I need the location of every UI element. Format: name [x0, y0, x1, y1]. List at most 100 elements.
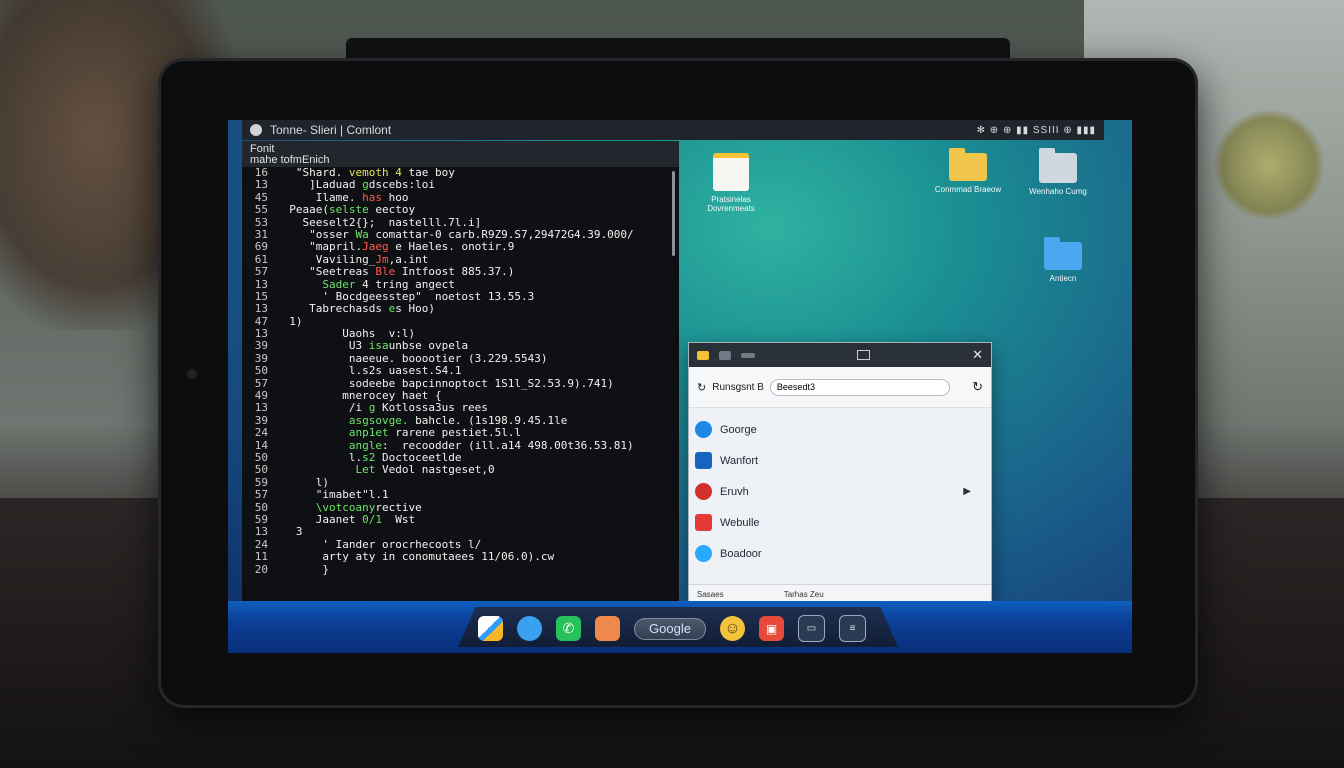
code-highlight: Ble [375, 265, 396, 279]
dialog-item-label: Eruvh [720, 485, 749, 498]
code-highlight: Sader [322, 277, 356, 291]
line-number: 13 [254, 302, 268, 316]
dialog-search-bar: ↻ Runsgsnt B ↻ [689, 367, 991, 408]
window-title: Tonne- Slieri | Comlont [270, 123, 392, 137]
top-menu-bar: Tonne- Slieri | Comlont ✻ ⊕ ⊕ ▮▮ SSIII ⊕… [242, 120, 1104, 140]
dialog-list-item[interactable]: Boadoor [689, 538, 991, 569]
code-token: tae boy [408, 166, 455, 179]
code-highlight: selste [328, 203, 369, 217]
code-token: "Seetreas [276, 265, 376, 279]
code-highlight: Wa [355, 227, 369, 241]
files-icon[interactable] [478, 616, 503, 641]
code-highlight: asgsovge. [348, 413, 409, 427]
document-icon [713, 153, 749, 191]
footer-right-label: Tarhas Zeu [783, 589, 824, 599]
camera-icon [186, 368, 198, 380]
desktop-icon-document[interactable]: Pratsinelas Dovrenmeats [696, 153, 766, 213]
search-input[interactable] [769, 378, 950, 396]
dialog-list-item[interactable]: Eruvh ▶ [689, 476, 991, 507]
editor-file-label[interactable]: mahe tofmEnich [250, 155, 671, 166]
line-number: 13 [254, 401, 268, 415]
code-token: Seeselt2{}; nastelll.7l.i] [276, 215, 482, 229]
notes-icon[interactable] [595, 616, 620, 641]
code-token: 1) [276, 314, 303, 328]
chevron-right-icon[interactable]: ▶ [963, 486, 971, 497]
app-icon [695, 452, 712, 469]
code-highlight: has [362, 190, 382, 204]
code-token: 4 tring angect [355, 277, 455, 291]
code-token: Jaanet [276, 512, 363, 526]
code-token: U3 [276, 339, 369, 353]
folder-icon[interactable] [697, 350, 709, 360]
search-button[interactable]: Google [634, 617, 706, 640]
code-token: sodeebe bapcinnoptoct 1S1l_S2.53.9).741) [276, 376, 614, 390]
monitor-icon[interactable]: ▭ [798, 615, 825, 642]
reload-icon[interactable]: ↻ [972, 379, 983, 395]
photos-icon[interactable]: ▣ [759, 616, 784, 641]
desktop-icon-label: Wenhaho Cumg [1029, 187, 1087, 196]
dialog-item-label: Wanfort [720, 454, 759, 467]
line-number: 39 [254, 339, 268, 353]
code-token: ' Bocdgeesstep" noetost 13.55.3 [276, 289, 535, 303]
code-token: "osser [276, 227, 356, 241]
line-number: 24 [254, 426, 268, 440]
code-token: Ilame. [276, 190, 363, 204]
code-token: Peaae( [276, 203, 329, 217]
emoji-icon[interactable]: ☺ [720, 616, 745, 641]
code-highlight: angle [348, 438, 382, 452]
code-token: e Haeles. onotir.9 [388, 240, 515, 254]
code-token: 3 [276, 525, 303, 539]
folder-icon [1039, 148, 1077, 183]
desktop-icon-folder-blue[interactable]: Antiecn [1028, 237, 1098, 283]
menu-icon[interactable] [741, 352, 755, 358]
desktop-icon-folder-yellow[interactable]: Conmmad Braeow [933, 148, 1003, 194]
line-number: 20 [254, 562, 268, 576]
close-icon[interactable]: ✕ [972, 347, 983, 363]
code-highlight: \votcoany [315, 500, 376, 514]
dock-icons: ✆ Google ☺ ▣ ▭ ≡ [478, 615, 866, 642]
code-line[interactable]: 20 } [242, 562, 679, 576]
line-number: 57 [254, 265, 268, 279]
code-area[interactable]: 16 "Shard. vemoth 4 tae boy 13 ]Laduad gd… [242, 166, 679, 576]
code-token: naeeue. booootier (3.229.5543) [276, 351, 548, 365]
dialog-titlebar: ✕ [689, 343, 991, 367]
line-number: 13 [254, 525, 268, 539]
phone-icon[interactable]: ✆ [556, 616, 581, 641]
terminal-icon[interactable]: ≡ [839, 615, 866, 642]
code-line[interactable]: 13 Tabrechasds es Hoo) [242, 302, 679, 316]
code-token: bahcle. (1s198.9.45.1le [408, 413, 568, 427]
code-editor-window[interactable]: Fonit mahe tofmEnich 16 "Shard. vemoth 4… [242, 141, 679, 601]
code-highlight: isa [368, 339, 389, 353]
dialog-list-item[interactable]: Goorge [689, 414, 991, 445]
line-number: 50 [254, 364, 268, 378]
code-line[interactable]: 59 Jaanet 0/1 Wst [242, 512, 679, 526]
maximize-icon[interactable] [857, 350, 871, 360]
dialog-list-item[interactable]: Wanfort [689, 445, 991, 476]
code-token: l. [276, 450, 363, 464]
code-token: Vedol nastgeset,0 [375, 463, 495, 477]
refresh-icon[interactable]: ↻ [697, 381, 706, 394]
editor-scrollbar[interactable] [672, 171, 675, 256]
dialog-list-item[interactable]: Webulle [689, 507, 991, 538]
code-highlight: g [362, 401, 382, 415]
code-token: arty aty in conomutaees 11/06.0).cw [276, 550, 555, 564]
code-text: } [276, 563, 329, 576]
window-icon[interactable] [719, 350, 731, 360]
dialog-item-label: Goorge [720, 423, 757, 436]
code-token: rarene pestiet.5l.l [388, 426, 522, 440]
code-token: ' Iander orocrhecoots l/ [276, 537, 482, 551]
line-number: 55 [254, 203, 268, 217]
code-token: hoo [381, 190, 409, 204]
code-token: eectoy [368, 203, 416, 217]
line-number: 11 [254, 550, 268, 564]
code-token: l.s2s [276, 364, 382, 378]
chat-icon[interactable] [517, 616, 542, 641]
desktop-icon-folder-grey[interactable]: Wenhaho Cumg [1023, 148, 1093, 196]
code-highlight: 0/1 [362, 512, 382, 526]
code-highlight: anp1et [348, 426, 389, 440]
